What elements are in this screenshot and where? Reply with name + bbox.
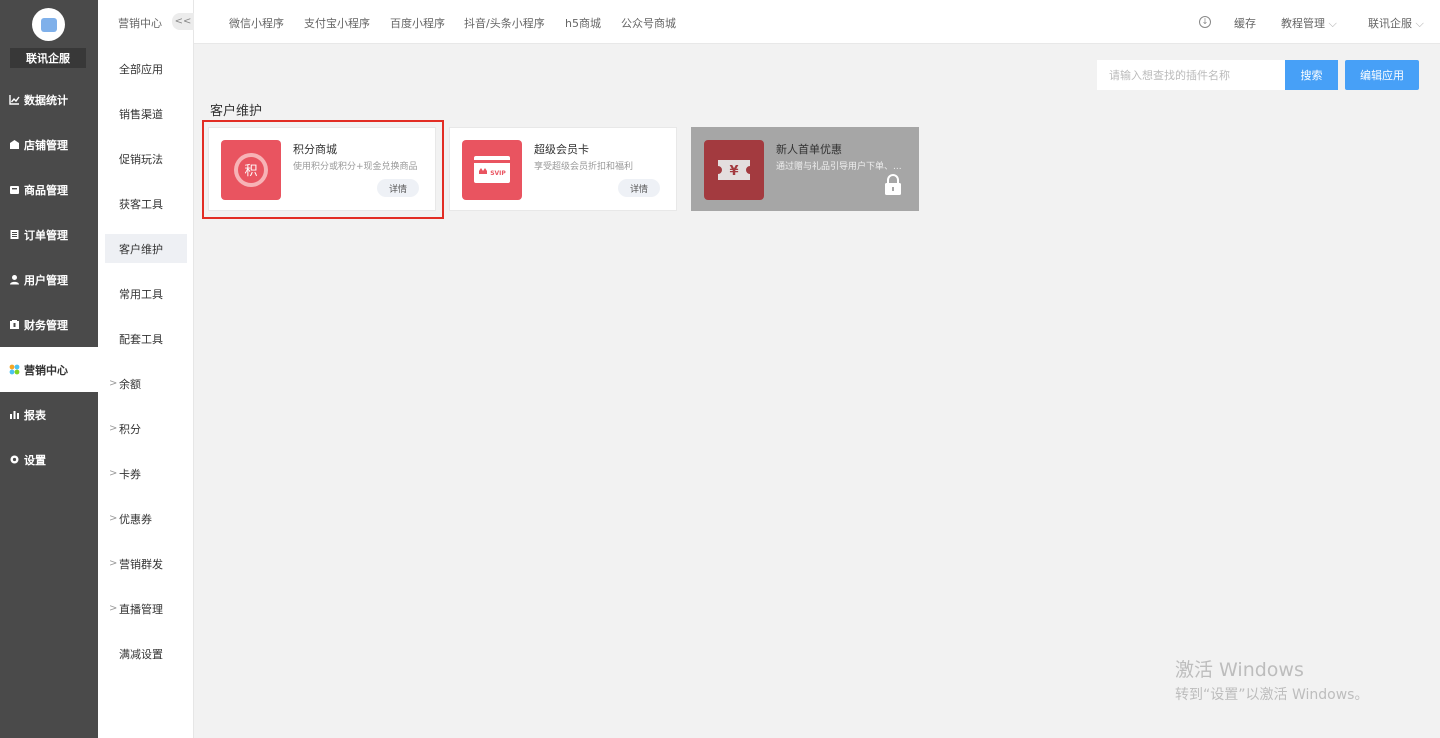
- chevron-down-icon: ⌵: [1328, 17, 1337, 30]
- selection-highlight: [202, 120, 444, 219]
- chevron-right-icon: >: [109, 378, 118, 389]
- collapse-button[interactable]: <<: [172, 13, 194, 30]
- submenu-item-customer-care[interactable]: 客户维护: [105, 234, 187, 263]
- submenu-item-acquisition[interactable]: 获客工具: [105, 189, 187, 218]
- tab-h5[interactable]: h5商城: [565, 15, 601, 31]
- edit-apps-button[interactable]: 编辑应用: [1345, 60, 1419, 90]
- submenu-item-mass-message[interactable]: > 营销群发: [105, 549, 187, 578]
- nav-item-stats[interactable]: 数据统计: [0, 77, 98, 122]
- app-card-super-vip[interactable]: SVIP 超级会员卡 享受超级会员折扣和福利 详情: [449, 127, 677, 211]
- nav-item-marketing[interactable]: 营销中心: [0, 347, 98, 392]
- submenu-item-promotion[interactable]: 促销玩法: [105, 144, 187, 173]
- search-button[interactable]: 搜索: [1285, 60, 1338, 90]
- nav-item-report[interactable]: 报表: [0, 392, 98, 437]
- windows-activation-watermark: 激活 Windows 转到“设置”以激活 Windows。: [1175, 659, 1369, 703]
- currency-glyph: ¥: [729, 164, 738, 179]
- marketing-icon: [9, 364, 20, 375]
- chevron-right-icon: >: [109, 603, 118, 614]
- gear-icon: [9, 454, 20, 465]
- account-menu[interactable]: 联讯企服 ⌵: [1368, 15, 1424, 31]
- lock-icon: [885, 174, 901, 195]
- logo-icon: [40, 17, 57, 32]
- search-input[interactable]: [1097, 60, 1285, 90]
- main-sidebar: 联讯企服 数据统计 店铺管理 商品管理 订单管理 用户管理 财务管理 营销中心: [0, 0, 98, 738]
- submenu-title: 营销中心: [118, 17, 162, 30]
- nav-item-users[interactable]: 用户管理: [0, 257, 98, 302]
- chevron-right-icon: >: [109, 558, 118, 569]
- nav-item-goods[interactable]: 商品管理: [0, 167, 98, 212]
- vip-glyph: SVIP: [490, 170, 506, 177]
- tab-wechat[interactable]: 微信小程序: [229, 15, 284, 31]
- tutorial-menu[interactable]: 教程管理 ⌵: [1281, 15, 1337, 31]
- tab-alipay[interactable]: 支付宝小程序: [304, 15, 370, 31]
- tab-douyin[interactable]: 抖音/头条小程序: [464, 15, 545, 31]
- submenu-item-all-apps[interactable]: 全部应用: [105, 54, 187, 83]
- submenu-item-sales-channel[interactable]: 销售渠道: [105, 99, 187, 128]
- top-bar: 微信小程序 支付宝小程序 百度小程序 抖音/头条小程序 h5商城 公众号商城 ↓…: [194, 0, 1440, 44]
- finance-icon: [9, 319, 20, 330]
- chevron-down-icon: ⌵: [1415, 17, 1424, 30]
- coupon-icon: ¥: [704, 140, 764, 200]
- card-name: 超级会员卡: [534, 143, 589, 156]
- download-icon[interactable]: ↓: [1199, 16, 1211, 28]
- submenu-item-live[interactable]: > 直播管理: [105, 594, 187, 623]
- nav-item-finance[interactable]: 财务管理: [0, 302, 98, 347]
- submenu-item-common-tools[interactable]: 常用工具: [105, 279, 187, 308]
- app-card-new-user-offer[interactable]: ¥ 新人首单优惠 通过赠与礼品引导用户下单、...: [691, 127, 919, 211]
- vip-card-icon: SVIP: [462, 140, 522, 200]
- chevron-right-icon: >: [109, 468, 118, 479]
- nav-item-orders[interactable]: 订单管理: [0, 212, 98, 257]
- nav-item-settings[interactable]: 设置: [0, 437, 98, 482]
- details-button[interactable]: 详情: [618, 179, 660, 197]
- submenu-item-vouchers[interactable]: > 卡券: [105, 459, 187, 488]
- store-icon: [9, 139, 20, 150]
- tab-baidu[interactable]: 百度小程序: [390, 15, 445, 31]
- card-name: 新人首单优惠: [776, 143, 842, 156]
- brand-name: 联讯企服: [10, 48, 86, 68]
- goods-icon: [9, 184, 20, 195]
- card-desc: 享受超级会员折扣和福利: [534, 162, 634, 172]
- submenu-item-discount[interactable]: 满减设置: [105, 639, 187, 668]
- avatar[interactable]: [32, 8, 65, 41]
- order-icon: [9, 229, 20, 240]
- submenu-item-balance[interactable]: > 余额: [105, 369, 187, 398]
- report-icon: [9, 409, 20, 420]
- nav-item-store[interactable]: 店铺管理: [0, 122, 98, 167]
- secondary-menu: 营销中心 全部应用 销售渠道 促销玩法 获客工具 客户维护 常用工具 配套工具 …: [98, 0, 194, 738]
- line-chart-icon: [9, 94, 20, 105]
- chevron-right-icon: >: [109, 513, 118, 524]
- card-desc: 通过赠与礼品引导用户下单、...: [776, 162, 902, 172]
- submenu-item-points[interactable]: > 积分: [105, 414, 187, 443]
- section-title: 客户维护: [210, 104, 263, 119]
- user-icon: [9, 274, 20, 285]
- cache-link[interactable]: 缓存: [1234, 15, 1256, 31]
- tab-official-account[interactable]: 公众号商城: [621, 15, 676, 31]
- submenu-item-coupons[interactable]: > 优惠券: [105, 504, 187, 533]
- submenu-item-support-tools[interactable]: 配套工具: [105, 324, 187, 353]
- chevron-right-icon: >: [109, 423, 118, 434]
